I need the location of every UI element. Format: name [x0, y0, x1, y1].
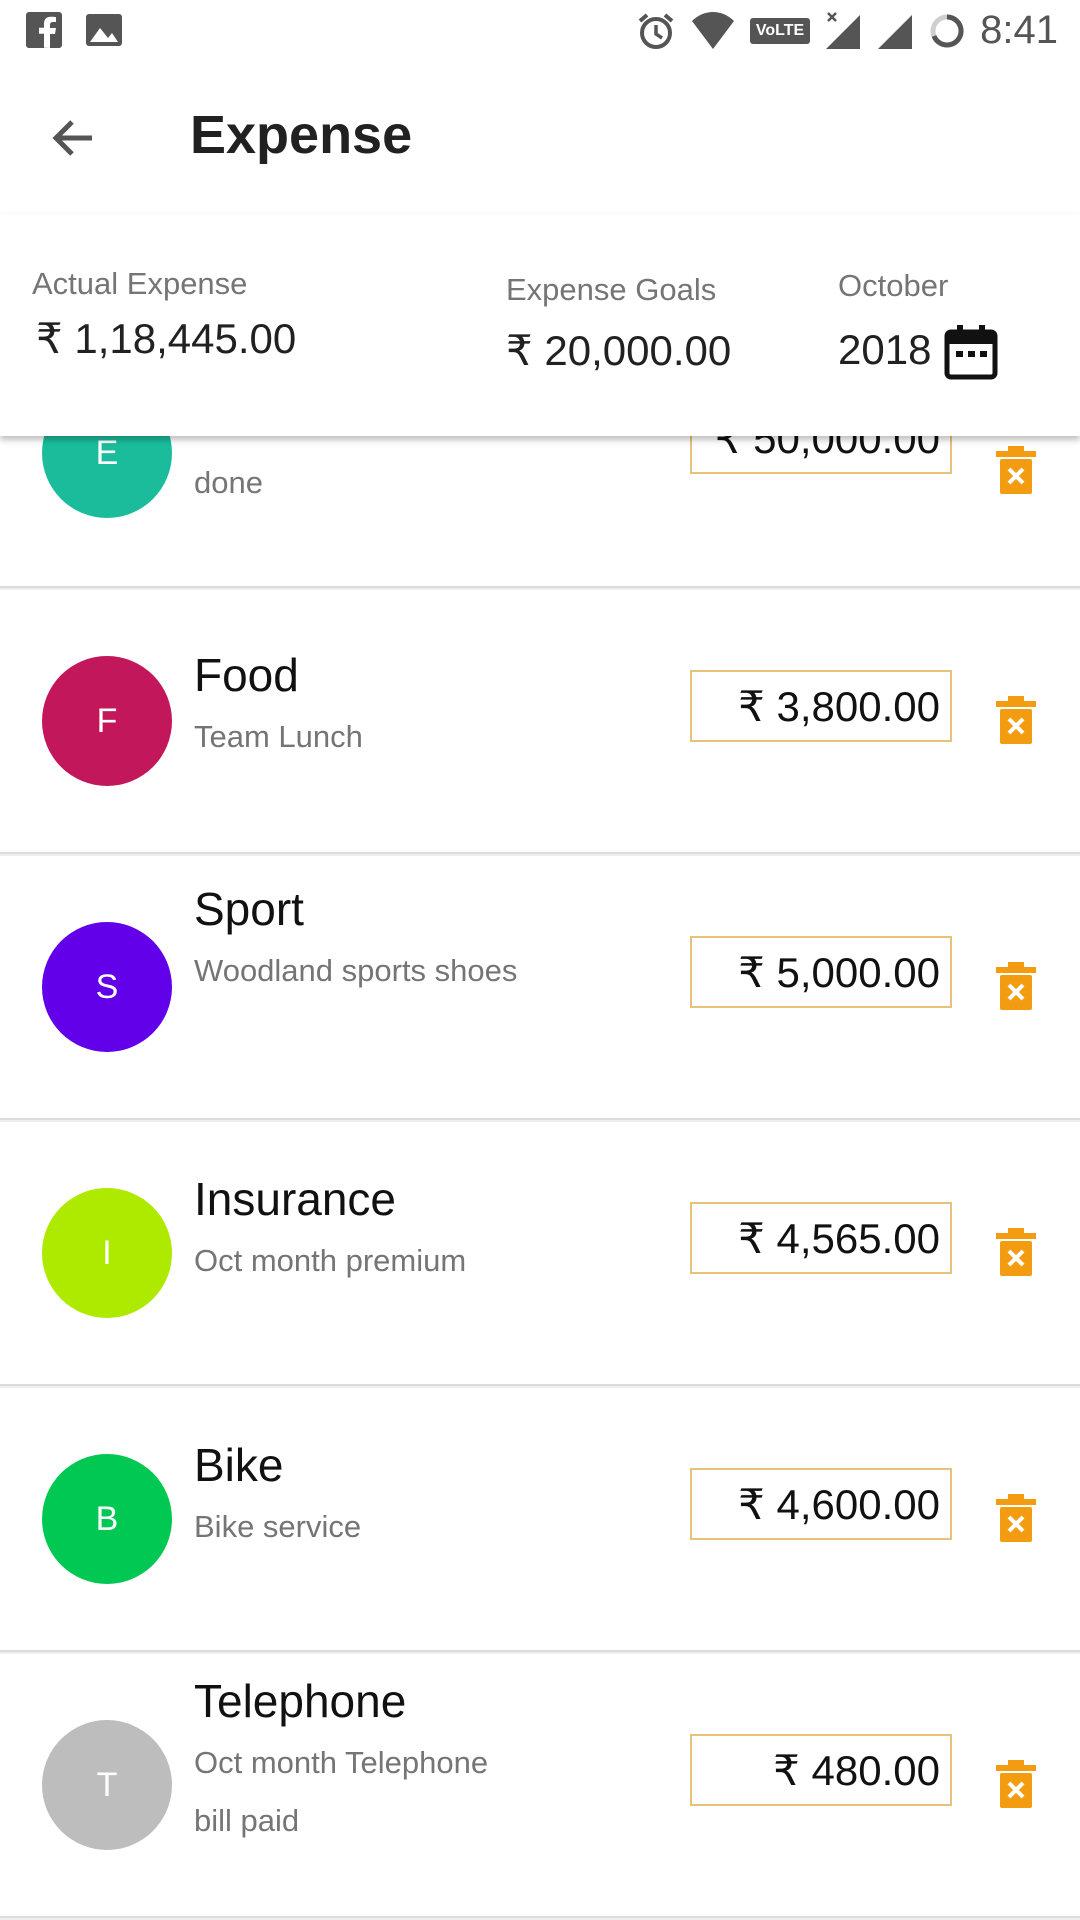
alarm-icon: [638, 12, 674, 49]
delete-icon[interactable]: [996, 1228, 1036, 1276]
description-label: Oct month premium: [194, 1243, 467, 1278]
amount-field[interactable]: ₹ 50,000.00: [690, 436, 952, 474]
amount-field[interactable]: ₹ 480.00: [690, 1734, 952, 1806]
actual-expense-value: ₹ 1,18,445.00: [36, 315, 297, 362]
expense-goals-label: Expense Goals: [506, 272, 717, 307]
arrow-back-icon: [52, 120, 92, 156]
signal-x-icon: [826, 11, 861, 49]
list-item[interactable]: B Bike Bike service ₹ 4,600.00: [0, 1388, 1080, 1652]
wifi-icon: [691, 11, 734, 49]
expense-goals-value: ₹ 20,000.00: [506, 327, 732, 374]
avatar-initial: E: [95, 436, 119, 472]
amount-field[interactable]: ₹ 4,565.00: [690, 1202, 952, 1274]
gallery-icon: [86, 14, 122, 46]
list-item[interactable]: I Insurance Oct month premium ₹ 4,565.00: [0, 1122, 1080, 1386]
description-label: Team Lunch: [194, 719, 363, 754]
avatar: F: [42, 656, 172, 786]
category-label: Insurance: [194, 1173, 397, 1225]
description-label: done: [194, 465, 263, 500]
delete-icon[interactable]: [996, 1494, 1036, 1542]
list-item[interactable]: F Food Team Lunch ₹ 3,800.00: [0, 590, 1080, 854]
avatar: I: [42, 1188, 172, 1318]
description-label: Bike service: [194, 1509, 362, 1544]
avatar: S: [42, 922, 172, 1052]
avatar: T: [42, 1720, 172, 1850]
category-label: Bike: [194, 1439, 284, 1491]
signal-icon: [878, 14, 913, 49]
avatar: E: [42, 436, 172, 518]
avatar-initial: I: [102, 1233, 112, 1272]
status-bar: VoLTE 8:41: [0, 0, 1080, 64]
volte-badge: VoLTE: [749, 17, 811, 44]
amount-field[interactable]: ₹ 3,800.00: [690, 670, 952, 742]
avatar-initial: F: [96, 701, 118, 740]
avatar-initial: S: [95, 967, 119, 1006]
expense-list[interactable]: E done ₹ 50,000.00 F Food Team Lunch ₹ 3…: [0, 436, 1080, 1920]
delete-icon[interactable]: [996, 962, 1036, 1010]
app-bar: Expense: [0, 64, 1080, 214]
actual-expense-label: Actual Expense: [32, 266, 248, 301]
battery-ring-icon: [930, 13, 964, 47]
list-item[interactable]: S Sport Woodland sports shoes ₹ 5,000.00: [0, 856, 1080, 1120]
calendar-icon[interactable]: [944, 324, 998, 380]
back-button[interactable]: [36, 102, 108, 174]
month-label[interactable]: October: [838, 268, 948, 304]
clock: 8:41: [980, 8, 1058, 52]
amount-field[interactable]: ₹ 5,000.00: [690, 936, 952, 1008]
list-item[interactable]: T Telephone Oct month Telephone bill pai…: [0, 1654, 1080, 1918]
category-label: Telephone: [194, 1675, 407, 1727]
avatar: B: [42, 1454, 172, 1584]
category-label: Food: [194, 649, 299, 701]
category-label: Sport: [194, 883, 304, 935]
delete-icon[interactable]: [996, 446, 1036, 494]
amount-field[interactable]: ₹ 4,600.00: [690, 1468, 952, 1540]
avatar-initial: B: [95, 1499, 119, 1538]
list-item[interactable]: E done ₹ 50,000.00: [0, 436, 1080, 588]
expense-summary: Actual Expense ₹ 1,18,445.00 Expense Goa…: [0, 214, 1080, 436]
page-title: Expense: [190, 105, 413, 165]
facebook-icon: [26, 12, 62, 48]
delete-icon[interactable]: [996, 696, 1036, 744]
delete-icon[interactable]: [996, 1760, 1036, 1808]
description-label: Oct month Telephone bill paid: [194, 1745, 489, 1838]
year-label[interactable]: 2018: [838, 326, 931, 374]
avatar-initial: T: [96, 1765, 118, 1804]
description-label: Woodland sports shoes: [194, 953, 518, 988]
